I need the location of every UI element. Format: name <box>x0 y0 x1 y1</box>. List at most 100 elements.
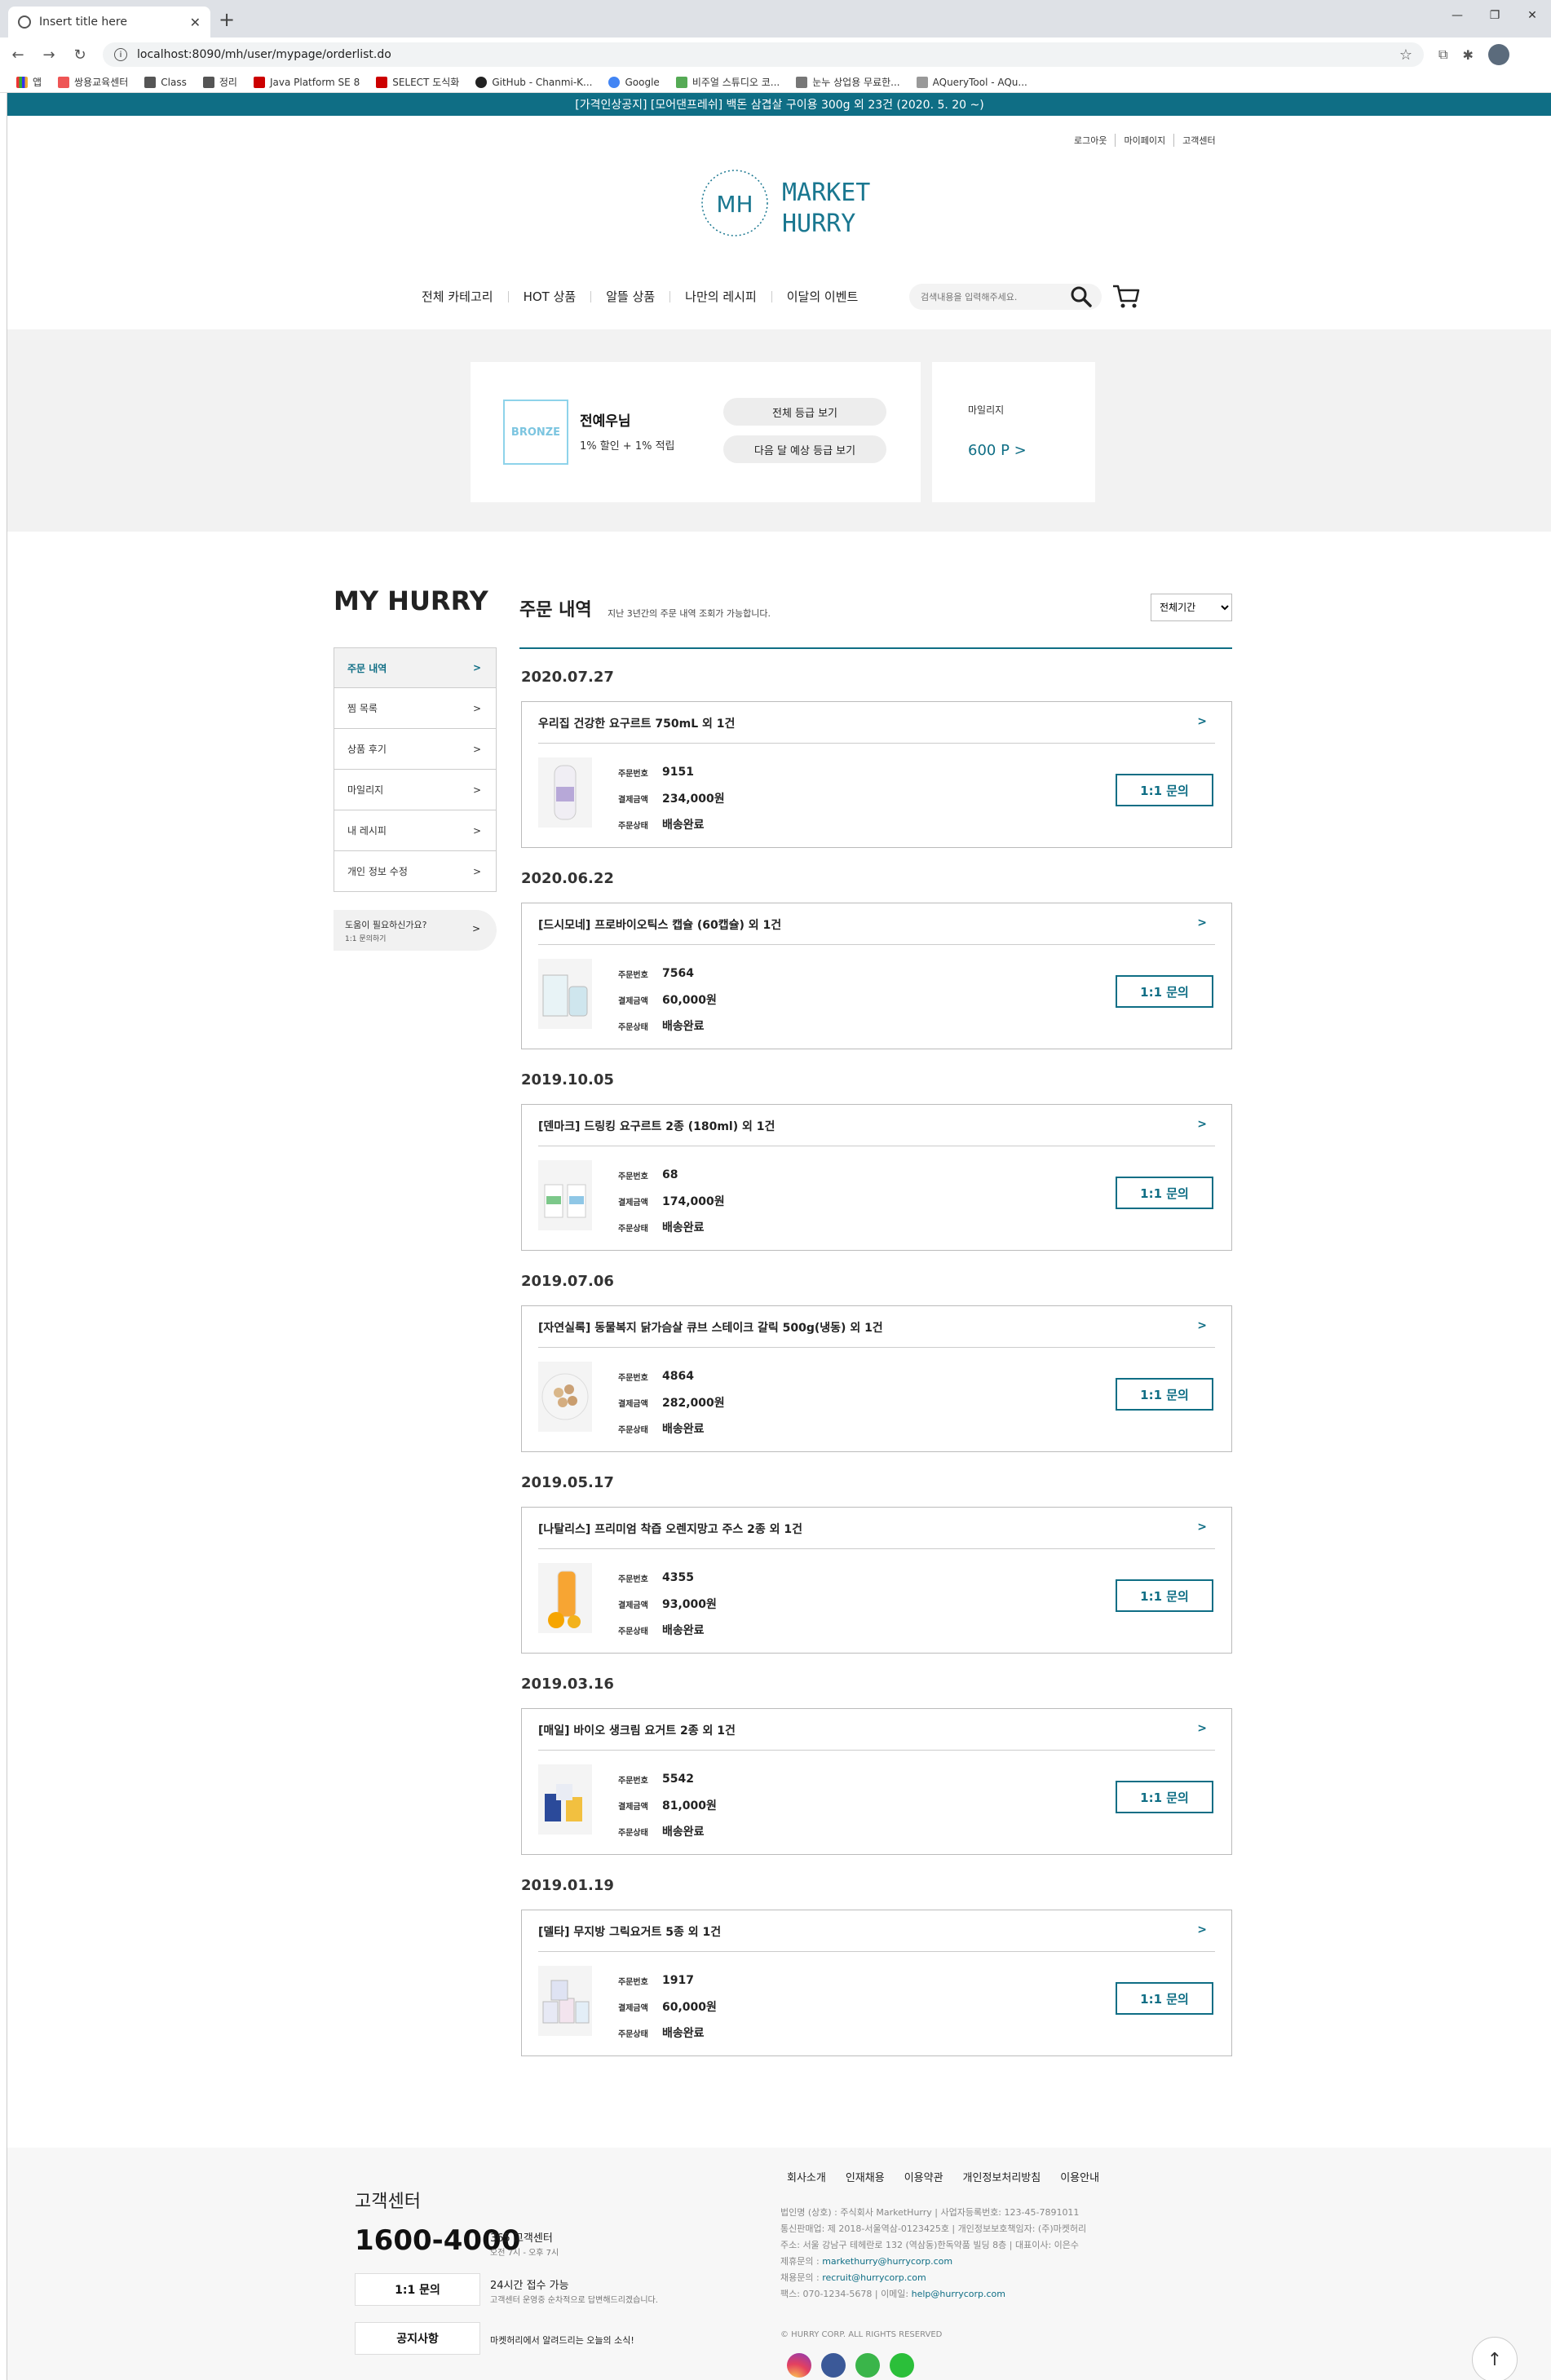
order-product-thumbnail[interactable] <box>538 1563 592 1633</box>
close-window-icon[interactable]: ✕ <box>1513 0 1551 31</box>
search-icon[interactable] <box>1069 285 1094 309</box>
order-product-name[interactable]: [드시모네] 프로바이오틱스 캡슐 (60캡슐) 외 1건 <box>538 916 781 933</box>
order-detail-arrow[interactable]: > <box>1197 1319 1207 1332</box>
info-icon[interactable]: i <box>114 48 127 61</box>
puzzle-icon[interactable]: ✱ <box>1462 47 1473 63</box>
bookmark-item[interactable]: 앱 <box>16 75 42 89</box>
browser-tab[interactable]: Insert title here ✕ <box>8 7 210 38</box>
order-inquiry-button[interactable]: 1:1 문의 <box>1116 1982 1213 2015</box>
order-no-label: 주문번호 <box>618 1574 648 1584</box>
order-inquiry-button[interactable]: 1:1 문의 <box>1116 1177 1213 1209</box>
order-inquiry-button[interactable]: 1:1 문의 <box>1116 1781 1213 1813</box>
logout-link[interactable]: 로그아웃 <box>1066 134 1116 147</box>
order-inquiry-button[interactable]: 1:1 문의 <box>1116 774 1213 806</box>
order-detail-arrow[interactable]: > <box>1197 715 1207 728</box>
order-product-thumbnail[interactable] <box>538 1966 592 2036</box>
bookmark-item[interactable]: Google <box>608 76 660 88</box>
sidebar-item-recipes[interactable]: 내 레시피 > <box>334 810 497 851</box>
sidebar-item-mileage[interactable]: 마일리지 > <box>334 770 497 810</box>
nav-bargain[interactable]: 알뜰 상품 <box>591 291 671 303</box>
bookmark-item[interactable]: AQueryTool - AQu... <box>916 76 1027 88</box>
next-grade-button[interactable]: 다음 달 예상 등급 보기 <box>723 435 886 463</box>
apps-icon <box>16 76 28 88</box>
nav-event[interactable]: 이달의 이벤트 <box>772 291 873 303</box>
profile-avatar[interactable] <box>1487 44 1509 65</box>
footer-inquiry-button[interactable]: 1:1 문의 <box>355 2273 480 2306</box>
nav-my-recipe[interactable]: 나만의 레시피 <box>670 291 772 303</box>
help-inquiry-link[interactable]: 도움이 필요하신가요? 1:1 문의하기 > <box>334 910 497 951</box>
restore-icon[interactable]: ❐ <box>1476 0 1513 31</box>
order-product-name[interactable]: [자연실록] 동물복지 닭가슴살 큐브 스테이크 갈릭 500g(냉동) 외 1… <box>538 1319 883 1336</box>
mileage-card[interactable]: 마일리지 600 P > <box>932 362 1095 502</box>
mileage-value[interactable]: 600 P > <box>968 442 1027 459</box>
order-product-name[interactable]: [나탈리스] 프리미엄 착즙 오렌지망고 주스 2종 외 1건 <box>538 1521 802 1537</box>
footer-link-terms[interactable]: 이용약관 <box>904 2169 943 2184</box>
bookmark-item[interactable]: 눈누 상업용 무료한... <box>796 75 900 89</box>
order-status-label: 주문상태 <box>618 1425 648 1435</box>
bookmark-star-icon[interactable]: ☆ <box>1399 46 1412 64</box>
order-status-value: 배송완료 <box>662 1826 705 1839</box>
order-product-name[interactable]: 우리집 건강한 요구르트 750mL 외 1건 <box>538 715 735 731</box>
reload-icon[interactable]: ↻ <box>67 46 93 64</box>
bookmark-item[interactable]: 정리 <box>202 75 237 89</box>
address-bar[interactable]: i localhost:8090/mh/user/mypage/orderlis… <box>103 42 1424 67</box>
order-detail-arrow[interactable]: > <box>1197 1521 1207 1534</box>
footer-link-careers[interactable]: 인재채용 <box>846 2169 885 2184</box>
social-links <box>787 2353 924 2378</box>
order-product-name[interactable]: [덴마크] 드링킹 요구르트 2종 (180ml) 외 1건 <box>538 1118 775 1134</box>
bookmark-item[interactable]: SELECT 도식화 <box>376 75 459 89</box>
footer-notice-button[interactable]: 공지사항 <box>355 2322 480 2355</box>
order-product-thumbnail[interactable] <box>538 959 592 1029</box>
instagram-icon[interactable] <box>787 2353 811 2378</box>
footer-link-company[interactable]: 회사소개 <box>787 2169 826 2184</box>
bookmark-item[interactable]: 쌍용교육센터 <box>58 75 128 89</box>
customer-center-link[interactable]: 고객센터 <box>1174 134 1223 147</box>
bookmark-item[interactable]: 비주얼 스튜디오 코... <box>675 75 780 89</box>
notice-banner[interactable]: [가격인상공지] [모어댄프레쉬] 백돈 삼겹살 구이용 300g 외 23건 … <box>7 93 1551 116</box>
all-grades-button[interactable]: 전체 등급 보기 <box>723 398 886 426</box>
kakao-icon[interactable] <box>855 2353 880 2378</box>
order-detail-arrow[interactable]: > <box>1197 1722 1207 1735</box>
mypage-link[interactable]: 마이페이지 <box>1116 134 1175 147</box>
market-hurry-logo[interactable]: MH MARKET HURRY <box>700 158 880 248</box>
cart-icon[interactable] <box>1111 283 1141 311</box>
tab-close-icon[interactable]: ✕ <box>190 15 201 30</box>
google-icon <box>608 76 621 88</box>
order-inquiry-button[interactable]: 1:1 문의 <box>1116 1579 1213 1612</box>
order-detail-arrow[interactable]: > <box>1197 1118 1207 1131</box>
order-product-thumbnail[interactable] <box>538 757 592 828</box>
order-product-thumbnail[interactable] <box>538 1160 592 1230</box>
sidebar-item-profile[interactable]: 개인 정보 수정 > <box>334 851 497 892</box>
facebook-icon[interactable] <box>821 2353 846 2378</box>
order-detail-arrow[interactable]: > <box>1197 916 1207 929</box>
bookmark-item[interactable]: Java Platform SE 8 <box>253 76 360 88</box>
sidebar-item-orders[interactable]: 주문 내역 > <box>334 647 497 688</box>
order-inquiry-button[interactable]: 1:1 문의 <box>1116 975 1213 1008</box>
period-select[interactable]: 전체기간 <box>1151 594 1232 621</box>
nav-all-category[interactable]: 전체 카테고리 <box>407 291 509 303</box>
nav-hot[interactable]: HOT 상품 <box>509 291 592 303</box>
order-product-thumbnail[interactable] <box>538 1362 592 1432</box>
back-icon[interactable]: ← <box>5 46 31 64</box>
order-status-label: 주문상태 <box>618 1224 648 1234</box>
scroll-top-button[interactable]: ↑ <box>1472 2337 1518 2380</box>
new-tab-button[interactable]: + <box>219 8 235 31</box>
footer-link-guide[interactable]: 이용안내 <box>1060 2169 1099 2184</box>
page-viewport: [가격인상공지] [모어댄프레쉬] 백돈 삼겹살 구이용 300g 외 23건 … <box>7 93 1551 2380</box>
search-input[interactable] <box>921 291 1067 302</box>
forward-icon[interactable]: → <box>36 46 62 64</box>
order-product-name[interactable]: [델타] 무지방 그릭요거트 5종 외 1건 <box>538 1923 721 1940</box>
footer-link-privacy[interactable]: 개인정보처리방침 <box>963 2169 1041 2184</box>
order-product-thumbnail[interactable] <box>538 1764 592 1835</box>
line-icon[interactable] <box>890 2353 914 2378</box>
order-inquiry-button[interactable]: 1:1 문의 <box>1116 1378 1213 1411</box>
bookmark-item[interactable]: Class <box>144 76 187 88</box>
sidebar-item-wishlist[interactable]: 찜 목록 > <box>334 688 497 729</box>
minimize-icon[interactable]: — <box>1438 0 1476 31</box>
order-product-name[interactable]: [매일] 바이오 생크림 요거트 2종 외 1건 <box>538 1722 736 1738</box>
footer-company-info: 법인명 (상호) : 주식회사 MarketHurry | 사업자등록번호: 1… <box>780 2207 1087 2299</box>
sidebar-item-reviews[interactable]: 상품 후기 > <box>334 729 497 770</box>
order-detail-arrow[interactable]: > <box>1197 1923 1207 1936</box>
extension-icon[interactable]: ⧉ <box>1438 46 1447 63</box>
bookmark-item[interactable]: GitHub - Chanmi-K... <box>475 76 592 88</box>
